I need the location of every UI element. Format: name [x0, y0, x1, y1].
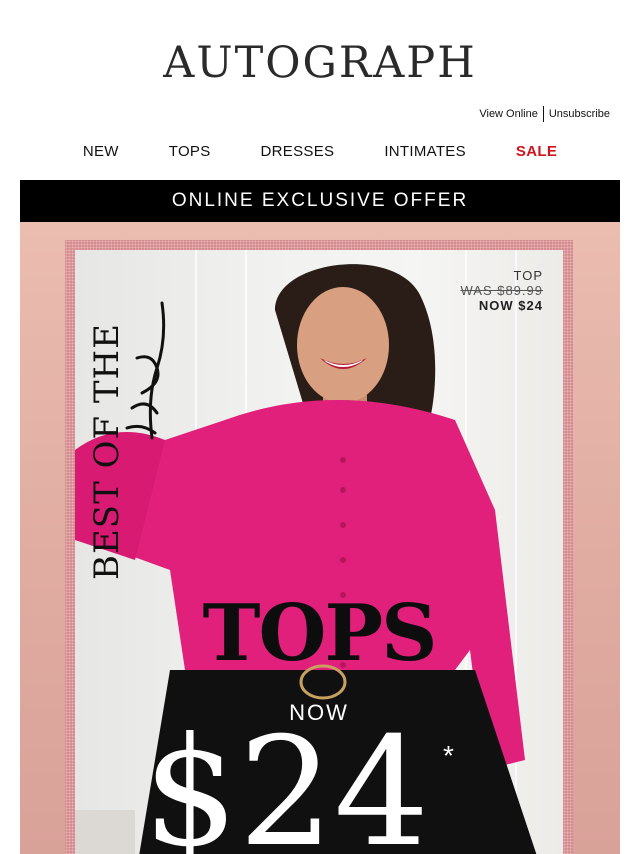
nav-item-new[interactable]: NEW	[83, 143, 119, 160]
price-tag-now: NOW $24	[478, 298, 543, 313]
brand-logo[interactable]: AUTOGRAPH	[0, 38, 640, 88]
nav-item-intimates[interactable]: INTIMATES	[384, 143, 466, 160]
nav-item-sale[interactable]: SALE	[516, 143, 557, 160]
offer-banner[interactable]: ONLINE EXCLUSIVE OFFER	[20, 180, 620, 222]
hero-photo[interactable]: BEST OF THE TOP WAS $89.99 NOW $24 TOPS …	[75, 250, 563, 854]
view-online-link[interactable]: View Online	[479, 108, 538, 120]
glitter-frame: BEST OF THE TOP WAS $89.99 NOW $24 TOPS …	[65, 240, 573, 854]
script-word-graphic	[125, 301, 166, 440]
big-price: $24	[143, 706, 430, 854]
hero-banner[interactable]: BEST OF THE TOP WAS $89.99 NOW $24 TOPS …	[20, 222, 620, 854]
nav-item-tops[interactable]: TOPS	[169, 143, 211, 160]
nav-item-dresses[interactable]: DRESSES	[261, 143, 335, 160]
utility-links: View Online Unsubscribe	[479, 106, 610, 122]
hero-headline: TOPS	[202, 588, 438, 679]
category-nav: NEW TOPS DRESSES INTIMATES SALE	[0, 143, 640, 160]
price-tag-item: TOP	[513, 268, 543, 283]
unsubscribe-link[interactable]: Unsubscribe	[549, 108, 610, 120]
asterisk: *	[443, 740, 454, 771]
price-tag-was: WAS $89.99	[460, 283, 543, 298]
price-tag: TOP WAS $89.99 NOW $24	[460, 268, 543, 313]
divider	[542, 106, 544, 122]
